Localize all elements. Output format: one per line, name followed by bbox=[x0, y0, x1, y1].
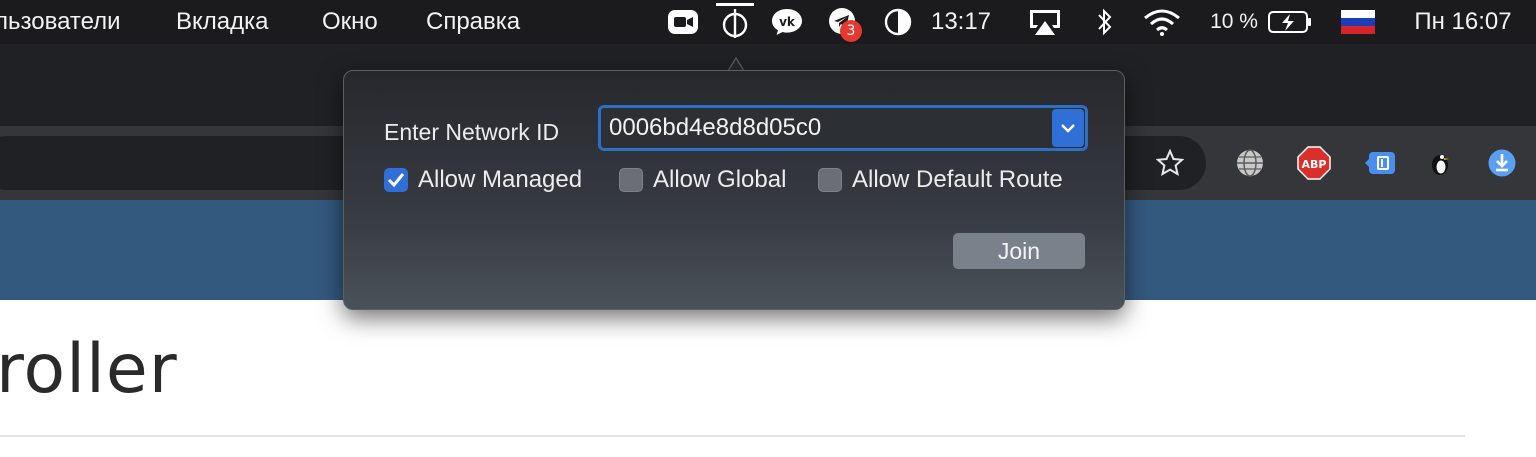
allow-managed-check[interactable] bbox=[384, 168, 408, 192]
vk-icon[interactable]: vk bbox=[768, 0, 806, 44]
page-title: roller bbox=[0, 330, 178, 409]
allow-managed-label: Allow Managed bbox=[418, 166, 583, 193]
bluetooth-icon[interactable] bbox=[1090, 0, 1120, 44]
telegram-icon[interactable]: 3 bbox=[822, 0, 864, 44]
telegram-badge: 3 bbox=[840, 20, 862, 42]
allow-default-route-label: Allow Default Route bbox=[852, 166, 1063, 193]
translate-extension-icon[interactable] bbox=[1358, 126, 1402, 200]
allow-default-route-checkbox[interactable]: Allow Default Route bbox=[818, 165, 1063, 195]
wifi-icon[interactable] bbox=[1140, 0, 1184, 44]
network-id-label: Enter Network ID bbox=[384, 119, 560, 145]
penguin-extension-icon[interactable] bbox=[1420, 126, 1460, 200]
content-divider bbox=[0, 435, 1465, 437]
checkmark-icon bbox=[387, 173, 405, 188]
allow-default-route-check[interactable] bbox=[818, 168, 842, 192]
zerotier-join-popover: Enter Network ID Allow Managed Allow Glo… bbox=[343, 70, 1125, 310]
allow-global-checkbox[interactable]: Allow Global bbox=[619, 165, 786, 195]
battery-percent[interactable]: 10 % bbox=[1204, 0, 1264, 44]
allow-managed-checkbox[interactable]: Allow Managed bbox=[384, 165, 582, 195]
battery-icon[interactable] bbox=[1264, 0, 1316, 44]
network-id-dropdown-button[interactable] bbox=[1052, 109, 1084, 147]
menu-bar: льзователи Вкладка Окно Справка vk 3 13:… bbox=[0, 0, 1536, 44]
join-button[interactable]: Join bbox=[953, 233, 1085, 269]
airplay-icon[interactable] bbox=[1024, 0, 1066, 44]
globe-extension-icon[interactable] bbox=[1230, 126, 1270, 200]
allow-global-check[interactable] bbox=[619, 168, 643, 192]
network-id-input[interactable] bbox=[609, 112, 1039, 144]
bookmark-star-icon[interactable] bbox=[1148, 136, 1192, 190]
display-mode-icon[interactable] bbox=[878, 0, 918, 44]
zoom-icon[interactable] bbox=[664, 0, 702, 44]
menu-users[interactable]: льзователи bbox=[0, 0, 121, 44]
zerotier-icon[interactable] bbox=[716, 0, 754, 44]
menu-help[interactable]: Справка bbox=[426, 0, 520, 44]
download-icon[interactable] bbox=[1482, 126, 1522, 200]
russian-flag-icon[interactable] bbox=[1338, 0, 1378, 44]
adblock-plus-icon[interactable]: ABP bbox=[1292, 126, 1336, 200]
menu-window[interactable]: Окно bbox=[322, 0, 378, 44]
chevron-down-icon bbox=[1061, 124, 1075, 133]
menu-clock[interactable]: Пн 16:07 bbox=[1400, 0, 1526, 44]
allow-global-label: Allow Global bbox=[653, 166, 787, 193]
network-id-combobox[interactable] bbox=[598, 105, 1088, 151]
adblock-label: ABP bbox=[1302, 158, 1327, 171]
menu-tab[interactable]: Вкладка bbox=[176, 0, 269, 44]
tray-time-secondary[interactable]: 13:17 bbox=[924, 0, 998, 44]
svg-text:vk: vk bbox=[779, 15, 796, 29]
